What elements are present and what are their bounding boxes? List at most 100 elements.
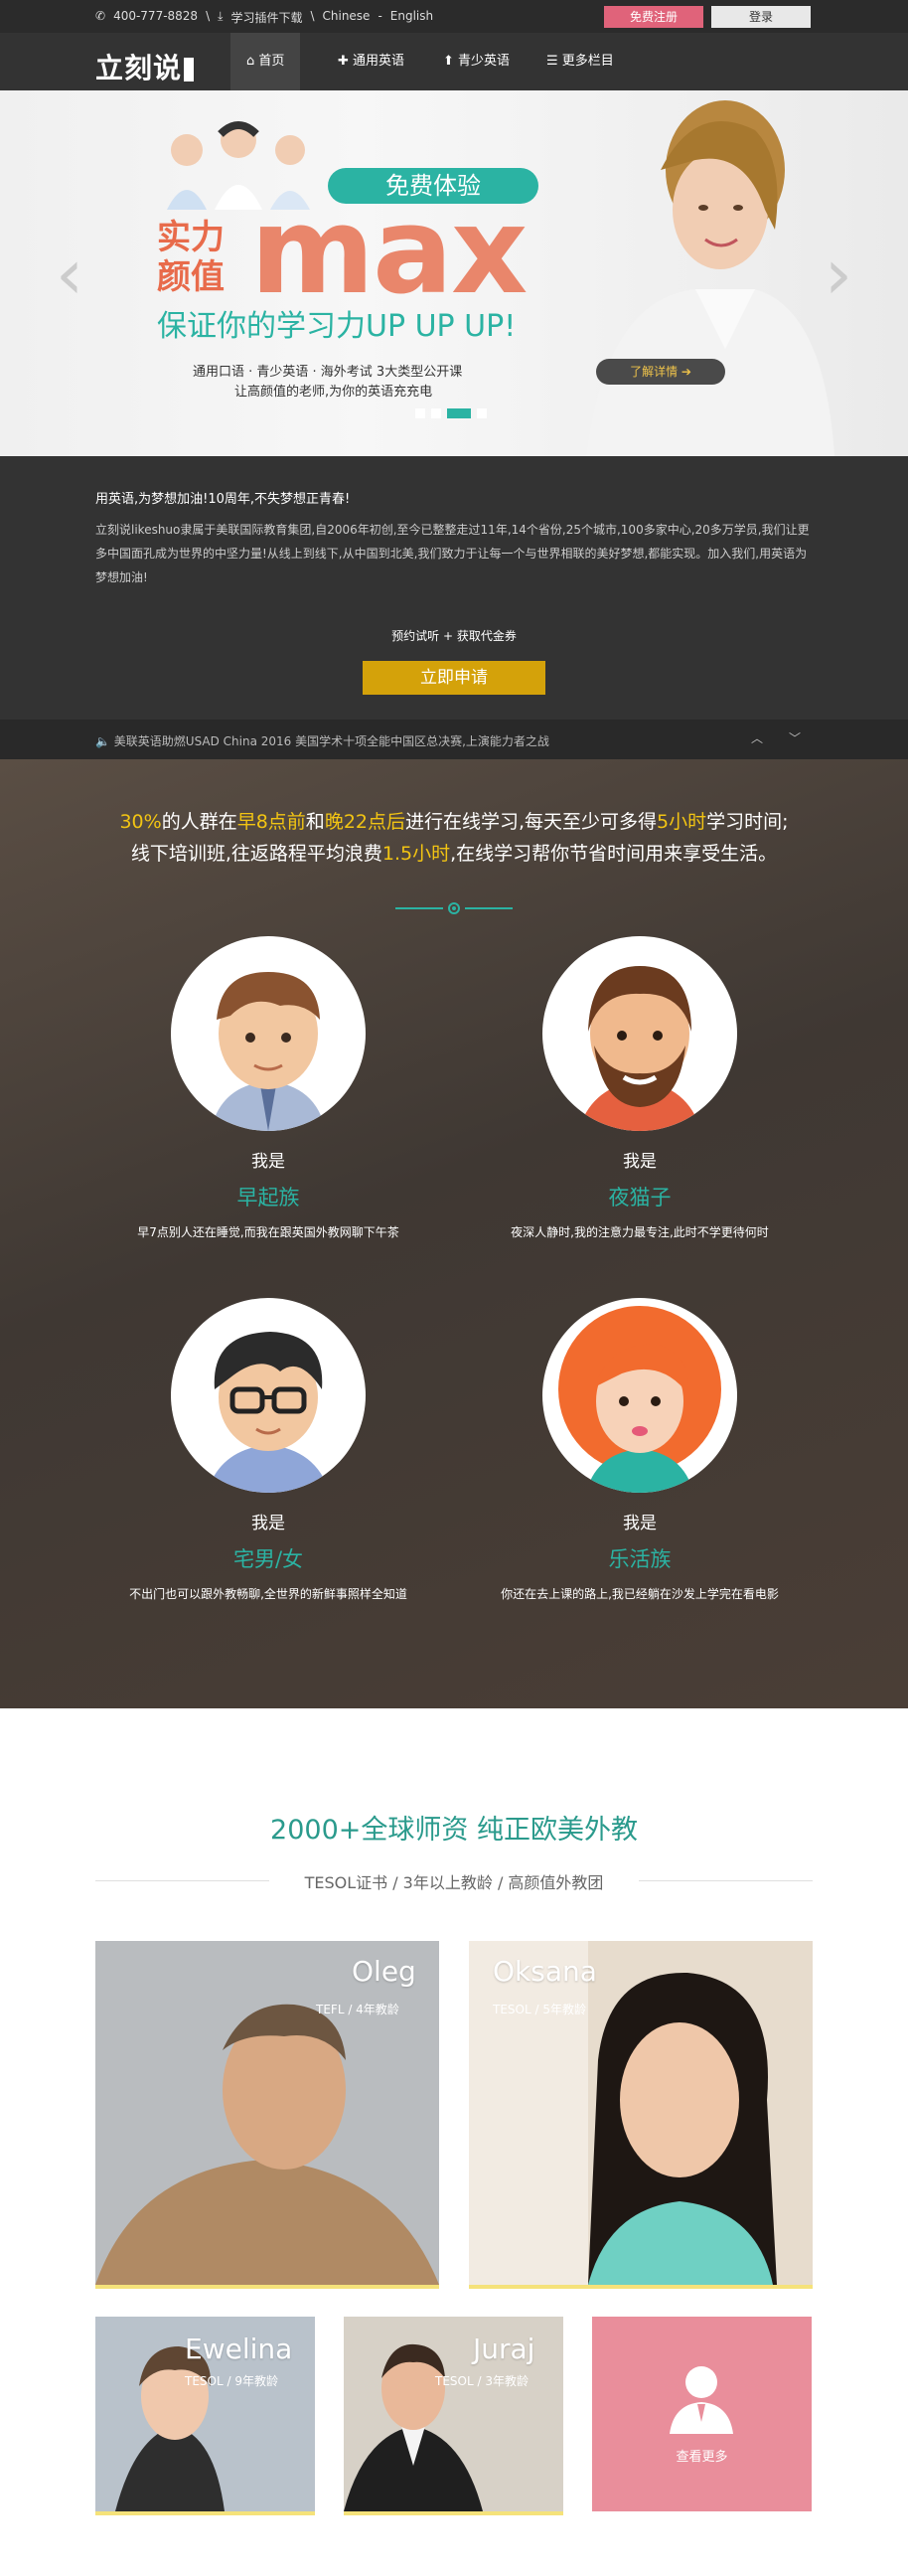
about-section: 用英语,为梦想加油!10周年,不失梦想正青春! 立刻说likeshuo隶属于美联… [0, 456, 908, 720]
carousel-dot[interactable] [431, 408, 441, 418]
carousel-dot[interactable] [415, 408, 425, 418]
teacher-photo [469, 1941, 813, 2285]
homebody-avatar [171, 1298, 366, 1493]
menu-icon: ☰ [546, 54, 558, 69]
news-ticker-text: 美联英语助燃USAD China 2016 美国学术十项全能中国区总决赛,上演能… [113, 734, 549, 748]
stat-highlight: 早8点前 [236, 811, 306, 833]
separator: \ [206, 9, 211, 23]
language-chinese-link[interactable]: Chinese [323, 9, 371, 26]
carousel-prev-arrow[interactable]: ‹ [56, 230, 85, 319]
logo-text: 立刻说 [95, 52, 183, 84]
ticker-down-icon[interactable]: ﹀ [789, 729, 801, 746]
stats-line-2: 线下培训班,往返路程平均浪费1.5小时,在线学习帮你节省时间用来享受生活。 [0, 839, 908, 866]
stat-highlight: 30% [119, 811, 162, 833]
section-divider [395, 902, 513, 914]
divider-line [639, 1880, 813, 1881]
nav-item-more[interactable]: ☰ 更多栏目 [530, 33, 630, 90]
apply-now-button[interactable]: 立即申请 [363, 661, 545, 695]
stat-text: 线下培训班,往返路程平均浪费 [130, 843, 382, 865]
persona-name: 夜猫子 [608, 1186, 672, 1209]
language-separator: - [378, 9, 382, 23]
about-body: 立刻说likeshuo隶属于美联国际教育集团,自2006年初创,至今已整整走过1… [95, 523, 810, 584]
persona-intro: 我是 [623, 1514, 657, 1533]
stat-text: ,在线学习帮你节省时间用来享受生活。 [450, 843, 778, 865]
teacher-card[interactable]: Oksana TESOL / 5年教龄 [469, 1941, 813, 2289]
cta-text: 预约试听 + 获取代金券 [391, 629, 517, 643]
stat-text: 和 [305, 811, 325, 833]
teacher-name: Juraj [473, 2333, 535, 2365]
teacher-card[interactable]: Juraj TESOL / 3年教龄 [344, 2317, 563, 2515]
top-bar: ✆ 400-777-8828 \ ⤓ 学习插件下载 \ Chinese - En… [0, 0, 908, 33]
logo-mark [184, 58, 195, 81]
persona-card: 我是 夜猫子 夜深人静时,我的注意力最专注,此时不学更待何时 [461, 936, 819, 1240]
persona-desc: 早7点别人还在睡觉,而我在跟英国外教网聊下午茶 [137, 1225, 399, 1239]
about-heading: 用英语,为梦想加油!10周年,不失梦想正青春! [95, 492, 351, 507]
persona-card: 我是 宅男/女 不出门也可以跟外教畅聊,全世界的新鲜事照样全知道 [89, 1298, 447, 1602]
hero-max-text: max [250, 183, 528, 321]
pin-icon: ⬆ [443, 54, 454, 69]
stat-highlight: 1.5小时 [381, 843, 451, 865]
nav-item-label: 首页 [258, 54, 285, 69]
stat-text: 学习时间; [706, 811, 789, 833]
hero-subtitle-2: 让高颜值的老师,为你的英语充充电 [234, 385, 433, 400]
person-icon [670, 2366, 733, 2434]
phone-icon: ✆ [95, 9, 106, 23]
persona-card: 我是 早起族 早7点别人还在睡觉,而我在跟英国外教网聊下午茶 [89, 936, 447, 1240]
plugin-download-link[interactable]: 学习插件下载 [230, 9, 302, 26]
language-english-link[interactable]: English [390, 9, 433, 26]
ticker-up-icon[interactable]: ︿ [751, 729, 763, 746]
hero-woman-image [586, 100, 834, 456]
nav-item-youth-english[interactable]: ⬆ 青少英语 [427, 33, 526, 90]
personas-section: 30%的人群在早8点前和晚22点后进行在线学习,每天至少可多得5小时学习时间; … [0, 759, 908, 1708]
hero-slogan: 保证你的学习力UP UP UP! [157, 309, 517, 344]
register-button[interactable]: 免费注册 [604, 6, 703, 28]
teacher-meta: TEFL / 4年教龄 [316, 2003, 399, 2016]
night-owl-avatar [542, 936, 737, 1131]
lohas-avatar [542, 1298, 737, 1493]
home-icon: ⌂ [246, 54, 255, 69]
top-bar-left: ✆ 400-777-8828 \ ⤓ 学习插件下载 \ Chinese - En… [95, 9, 433, 26]
learn-more-button[interactable]: 了解详情 ➔ [596, 359, 725, 385]
carousel-dots [415, 408, 487, 418]
download-icon: ⤓ [218, 9, 224, 23]
login-button[interactable]: 登录 [711, 6, 811, 28]
teacher-meta: TESOL / 5年教龄 [493, 2003, 586, 2016]
stat-text: 的人群在 [161, 811, 237, 833]
hero-subtitle-1: 通用口语 · 青少英语 · 海外考试 3大类型公开课 [193, 365, 463, 380]
persona-intro: 我是 [251, 1152, 285, 1172]
persona-intro: 我是 [251, 1514, 285, 1533]
speaker-icon: 🔈 [95, 734, 110, 748]
carousel-dot[interactable] [477, 408, 487, 418]
teacher-name: Ewelina [185, 2333, 293, 2365]
view-more-teachers-button[interactable]: 查看更多 [592, 2317, 812, 2511]
teacher-meta: TESOL / 3年教龄 [435, 2374, 529, 2388]
news-ticker: 🔈 美联英语助燃USAD China 2016 美国学术十项全能中国区总决赛,上… [0, 720, 908, 759]
site-logo[interactable]: 立刻说 [95, 47, 195, 86]
carousel-dot-active[interactable] [447, 408, 471, 418]
puzzle-icon: ✚ [338, 54, 349, 69]
nav-item-label: 通用英语 [353, 54, 405, 69]
hero-banner: ‹ › 免费体验 实力 颜值 max 保证你的学习力UP UP UP! 通用口语… [0, 90, 908, 456]
teacher-name: Oleg [352, 1955, 416, 1988]
persona-name: 乐活族 [608, 1547, 672, 1571]
nav-item-home[interactable]: ⌂ 首页 [230, 33, 301, 90]
persona-desc: 不出门也可以跟外教畅聊,全世界的新鲜事照样全知道 [129, 1587, 407, 1601]
phone-number: 400-777-8828 [113, 9, 199, 23]
nav-item-general-english[interactable]: ✚ 通用英语 [322, 33, 420, 90]
teacher-card[interactable]: Ewelina TESOL / 9年教龄 [95, 2317, 315, 2515]
separator: \ [310, 9, 315, 23]
teacher-card[interactable]: Oleg TEFL / 4年教龄 [95, 1941, 439, 2289]
nav-item-label: 青少英语 [458, 54, 511, 69]
persona-name: 早起族 [236, 1186, 300, 1209]
early-bird-avatar [171, 936, 366, 1131]
news-ticker-item[interactable]: 🔈 美联英语助燃USAD China 2016 美国学术十项全能中国区总决赛,上… [95, 732, 549, 749]
teacher-photo [95, 1941, 439, 2285]
teacher-meta: TESOL / 9年教龄 [185, 2374, 278, 2388]
teachers-subheading-text: TESOL证书 / 3年以上教龄 / 高颜值外教团 [304, 1873, 604, 1892]
persona-desc: 你还在去上课的路上,我已经躺在沙发上学完在看电影 [501, 1587, 779, 1601]
carousel-next-arrow[interactable]: › [825, 230, 854, 319]
stat-highlight: 5小时 [657, 811, 707, 833]
persona-desc: 夜深人静时,我的注意力最专注,此时不学更待何时 [511, 1225, 769, 1239]
hero-strength-label: 实力 颜值 [157, 218, 225, 297]
teacher-name: Oksana [493, 1955, 597, 1988]
